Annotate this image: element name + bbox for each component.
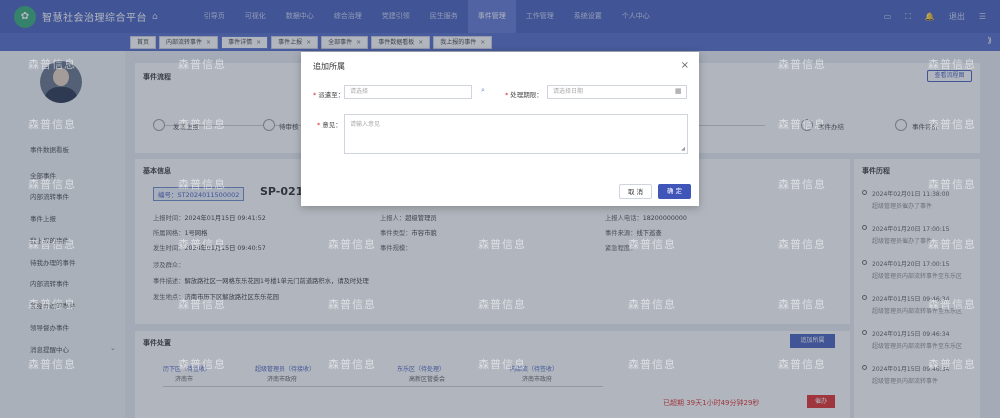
dialog-title: 追加所属 [313,62,345,71]
cancel-button[interactable]: 取 消 [619,184,652,199]
watermark-text: 森普信息 [778,178,826,191]
watermark-text: 森普信息 [178,58,226,71]
watermark-text: 森普信息 [778,358,826,371]
close-icon[interactable]: × [681,60,689,71]
watermark-text: 森普信息 [628,358,676,371]
watermark-text: 森普信息 [478,238,526,251]
watermark-text: 森普信息 [28,58,76,71]
watermark-text: 森普信息 [178,238,226,251]
watermark-text: 森普信息 [328,358,376,371]
watermark-text: 森普信息 [928,358,976,371]
watermark-text: 森普信息 [28,178,76,191]
watermark-text: 森普信息 [28,238,76,251]
watermark-text: 森普信息 [178,178,226,191]
watermark-text: 森普信息 [28,298,76,311]
append-assignee-dialog: 追加所属 × * 派遣至： 请选择 ⌕ * 处理期限： 请选择日期 ▦ * 意见： 请… [301,52,699,206]
confirm-button[interactable]: 确 定 [658,184,691,199]
watermark-text: 森普信息 [28,358,76,371]
assignee-label: * 派遣至： [313,91,345,99]
opinion-label: * 意见： [317,121,342,129]
search-icon[interactable]: ⌕ [481,86,485,95]
watermark-text: 森普信息 [928,238,976,251]
watermark-text: 森普信息 [478,298,526,311]
watermark-text: 森普信息 [478,358,526,371]
deadline-date-input[interactable]: 请选择日期 [547,85,687,99]
watermark-text: 森普信息 [928,58,976,71]
deadline-label: * 处理期限： [505,91,543,99]
watermark-text: 森普信息 [628,298,676,311]
watermark-text: 森普信息 [328,238,376,251]
watermark-text: 森普信息 [628,238,676,251]
watermark-text: 森普信息 [778,238,826,251]
opinion-textarea[interactable]: 请输入意见 ◢ [344,114,688,154]
watermark-text: 森普信息 [778,118,826,131]
watermark-text: 森普信息 [328,298,376,311]
assignee-select[interactable]: 请选择 [344,85,472,99]
watermark-text: 森普信息 [178,298,226,311]
watermark-text: 森普信息 [928,118,976,131]
watermark-text: 森普信息 [928,298,976,311]
watermark-text: 森普信息 [778,298,826,311]
watermark-text: 森普信息 [178,358,226,371]
calendar-icon[interactable]: ▦ [675,87,682,95]
watermark-text: 森普信息 [178,118,226,131]
watermark-text: 森普信息 [28,118,76,131]
watermark-text: 森普信息 [778,58,826,71]
watermark-text: 森普信息 [928,178,976,191]
